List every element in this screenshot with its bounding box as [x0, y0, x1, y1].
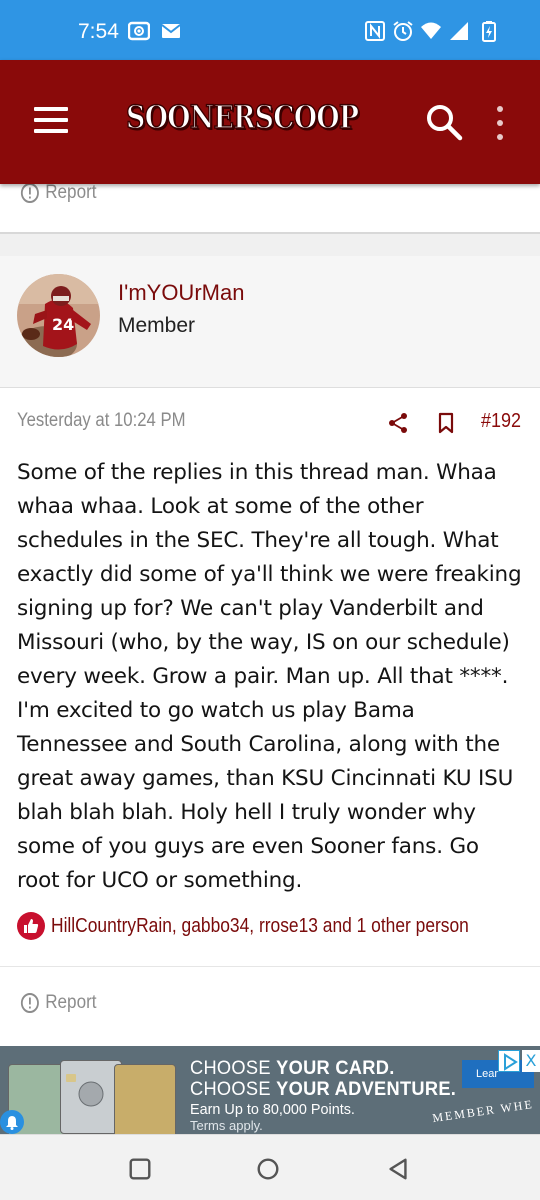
- ad-subline: Earn Up to 80,000 Points.: [190, 1101, 355, 1118]
- ad-headline-2b: YOUR ADVENTURE.: [276, 1079, 457, 1100]
- alarm-icon: [392, 20, 414, 42]
- post-body-line: I'm excited to go watch us play Bama: [17, 698, 415, 723]
- ad-headline-2a: CHOOSE: [190, 1079, 277, 1100]
- like-icon: [17, 912, 45, 940]
- post-body-line: exactly did some of ya'll think we were …: [17, 562, 522, 587]
- ad-terms: Terms apply.: [190, 1118, 263, 1133]
- credit-card-images: [8, 1060, 180, 1134]
- square-icon: [129, 1158, 151, 1180]
- post-body-line: great away games, than KSU Cincinnati KU…: [17, 766, 514, 791]
- screen-record-icon: [128, 20, 150, 42]
- post-body-line: signing up for? We can't play Vanderbilt…: [17, 596, 484, 621]
- nfc-icon: [364, 20, 386, 42]
- post-body-line: schedules in the SEC. They're all tough.…: [17, 528, 499, 553]
- signal-icon: [448, 20, 470, 42]
- bookmark-icon[interactable]: [435, 412, 457, 434]
- divider: [0, 966, 540, 967]
- system-nav-bar: [0, 1134, 540, 1200]
- report-icon: [20, 183, 39, 203]
- username-link[interactable]: I'mYOUrMan: [118, 280, 244, 306]
- home-button[interactable]: [254, 1155, 282, 1183]
- adchoices-icon[interactable]: [498, 1050, 520, 1072]
- post-body-line: every week. Grow a pair. Man up. All tha…: [17, 664, 509, 689]
- post-body-line: root for UCO or something.: [17, 868, 303, 893]
- report-label: Report: [45, 182, 97, 203]
- ad-close-icon[interactable]: X: [522, 1050, 540, 1072]
- battery-charging-icon: [478, 20, 500, 42]
- post-meta: Yesterday at 10:24 PM #192: [17, 406, 523, 438]
- report-link[interactable]: Report: [20, 182, 97, 204]
- report-label: Report: [45, 992, 97, 1013]
- more-options-icon[interactable]: [486, 106, 514, 140]
- post-body: Some of the replies in this thread man. …: [17, 456, 527, 898]
- wifi-icon: [420, 20, 442, 42]
- search-icon[interactable]: [424, 102, 464, 142]
- report-icon: [20, 993, 39, 1013]
- ad-member-text: MEMBER WHE: [431, 1096, 535, 1126]
- avatar[interactable]: 24: [17, 274, 100, 357]
- svg-text:24: 24: [52, 315, 74, 334]
- mail-icon: [160, 20, 182, 42]
- ad-headline-1b: YOUR CARD.: [276, 1058, 395, 1079]
- post-body-line: Missouri (who, by the way, IS on our sch…: [17, 630, 510, 655]
- recents-button[interactable]: [126, 1155, 154, 1183]
- post-number-link[interactable]: #192: [481, 410, 521, 433]
- post-body-line: Some of the replies in this thread man. …: [17, 460, 497, 485]
- post-date[interactable]: Yesterday at 10:24 PM: [17, 410, 186, 432]
- circle-icon: [257, 1158, 279, 1180]
- status-bar: 7:54: [0, 0, 540, 60]
- previous-post-footer: Report: [0, 182, 540, 232]
- post-body-line: some of you guys are even Sooner fans. G…: [17, 834, 479, 859]
- status-time: 7:54: [78, 20, 119, 43]
- back-button[interactable]: [384, 1155, 412, 1183]
- post-body-line: Tennessee and South Carolina, along with…: [17, 732, 500, 757]
- app-header: SOONERSCOOP: [0, 60, 540, 184]
- site-logo[interactable]: SOONERSCOOP: [125, 97, 359, 137]
- reactions-text[interactable]: HillCountryRain, gabbo34, rrose13 and 1 …: [51, 915, 469, 938]
- post-body-line: whaa whaa. Look at some of the other: [17, 494, 424, 519]
- report-link[interactable]: Report: [20, 992, 97, 1014]
- ad-headline-1a: CHOOSE: [190, 1058, 277, 1079]
- triangle-back-icon: [389, 1158, 407, 1180]
- share-icon[interactable]: [387, 412, 409, 434]
- user-role: Member: [118, 314, 196, 337]
- ad-banner[interactable]: CHOOSE YOUR CARD. CHOOSE YOUR ADVENTURE.…: [0, 1046, 540, 1134]
- reactions-bar[interactable]: HillCountryRain, gabbo34, rrose13 and 1 …: [17, 912, 531, 940]
- notification-bell-icon[interactable]: [0, 1110, 24, 1134]
- post-body-line: blah blah blah. Holy hell I truly wonder…: [17, 800, 476, 825]
- ad-headline: CHOOSE YOUR CARD. CHOOSE YOUR ADVENTURE.: [190, 1058, 456, 1100]
- post-separator: [0, 232, 540, 256]
- menu-icon[interactable]: [34, 107, 68, 135]
- post-user-block: 24 I'mYOUrMan Member: [0, 256, 540, 388]
